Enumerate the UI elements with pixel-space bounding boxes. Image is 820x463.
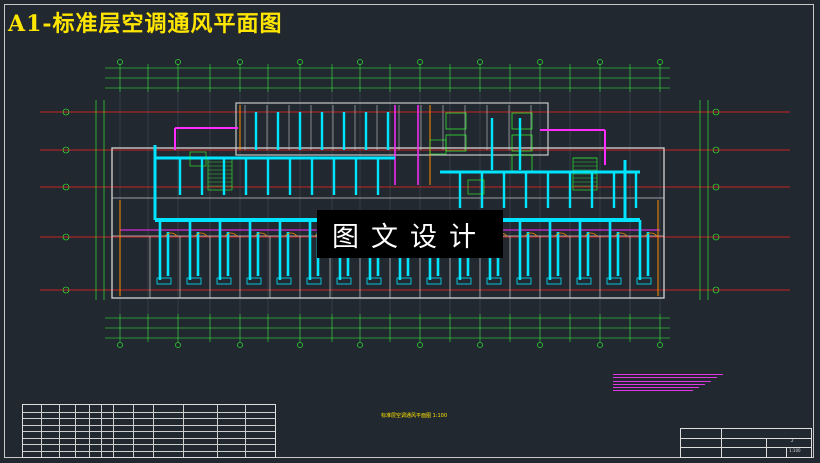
axis-bubble <box>537 342 543 348</box>
axis-bubble <box>657 342 663 348</box>
elevator-shaft <box>511 154 533 172</box>
cad-drawing-canvas: A1-标准层空调通风平面图 标准层空调通风平面图 1:100 1:100 2 图… <box>0 0 820 463</box>
axis-bubble <box>477 59 483 65</box>
schedule-col-rule <box>41 405 42 457</box>
toilet-room <box>429 139 447 155</box>
drawing-title: A1-标准层空调通风平面图 <box>8 11 283 37</box>
title-block-scale: 1:100 <box>789 448 801 453</box>
note-line <box>613 380 711 382</box>
axis-bubble <box>357 342 363 348</box>
note-line <box>613 374 723 376</box>
schedule-row-rule <box>23 418 275 419</box>
schedule-col-rule <box>153 405 154 457</box>
schedule-row-rule <box>23 437 275 439</box>
plan-caption: 标准层空调通风平面图 1:100 <box>381 413 447 419</box>
axis-bubble <box>237 59 243 65</box>
schedule-col-rule <box>217 405 218 457</box>
axis-bubble <box>477 342 483 348</box>
axis-bubble <box>237 342 243 348</box>
watermark-label: 图文设计 <box>317 210 503 258</box>
note-line <box>613 390 693 392</box>
axis-bubble <box>417 59 423 65</box>
schedule-col-rule <box>101 405 102 457</box>
elevator-shaft <box>511 112 533 130</box>
elevator-shaft <box>445 112 467 130</box>
schedule-col-rule <box>133 405 134 457</box>
schedule-row-rule <box>23 411 275 413</box>
axis-bubble <box>597 59 603 65</box>
axis-bubble <box>657 59 663 65</box>
axis-bubble <box>175 342 181 348</box>
schedule-row-rule <box>23 424 275 426</box>
note-line <box>613 383 705 385</box>
schedule-col-rule <box>113 405 114 457</box>
title-block-rule <box>766 438 767 457</box>
axis-bubble <box>417 342 423 348</box>
schedule-col-rule <box>183 405 184 457</box>
title-block: 1:100 2 <box>680 428 812 458</box>
building-core-outline <box>235 102 549 156</box>
schedule-row-rule <box>23 444 275 445</box>
axis-bubble <box>175 59 181 65</box>
title-block-rule <box>721 429 722 457</box>
axis-bubble <box>357 59 363 65</box>
axis-bubble <box>117 342 123 348</box>
title-block-sheet: 2 <box>791 438 794 443</box>
schedule-col-rule <box>89 405 90 457</box>
axis-bubble <box>297 59 303 65</box>
title-block-rule <box>786 447 787 457</box>
note-line <box>613 377 717 379</box>
axis-bubble <box>537 59 543 65</box>
axis-bubble <box>597 342 603 348</box>
note-line <box>613 386 699 388</box>
schedule-col-rule <box>59 405 60 457</box>
schedule-col-rule <box>245 405 246 457</box>
schedule-col-rule <box>75 405 76 457</box>
schedule-row-rule <box>23 431 275 432</box>
axis-bubble <box>297 342 303 348</box>
axis-bubble <box>117 59 123 65</box>
design-notes <box>613 372 733 393</box>
schedule-row-rule <box>23 450 275 452</box>
equipment-schedule-table <box>22 404 276 458</box>
